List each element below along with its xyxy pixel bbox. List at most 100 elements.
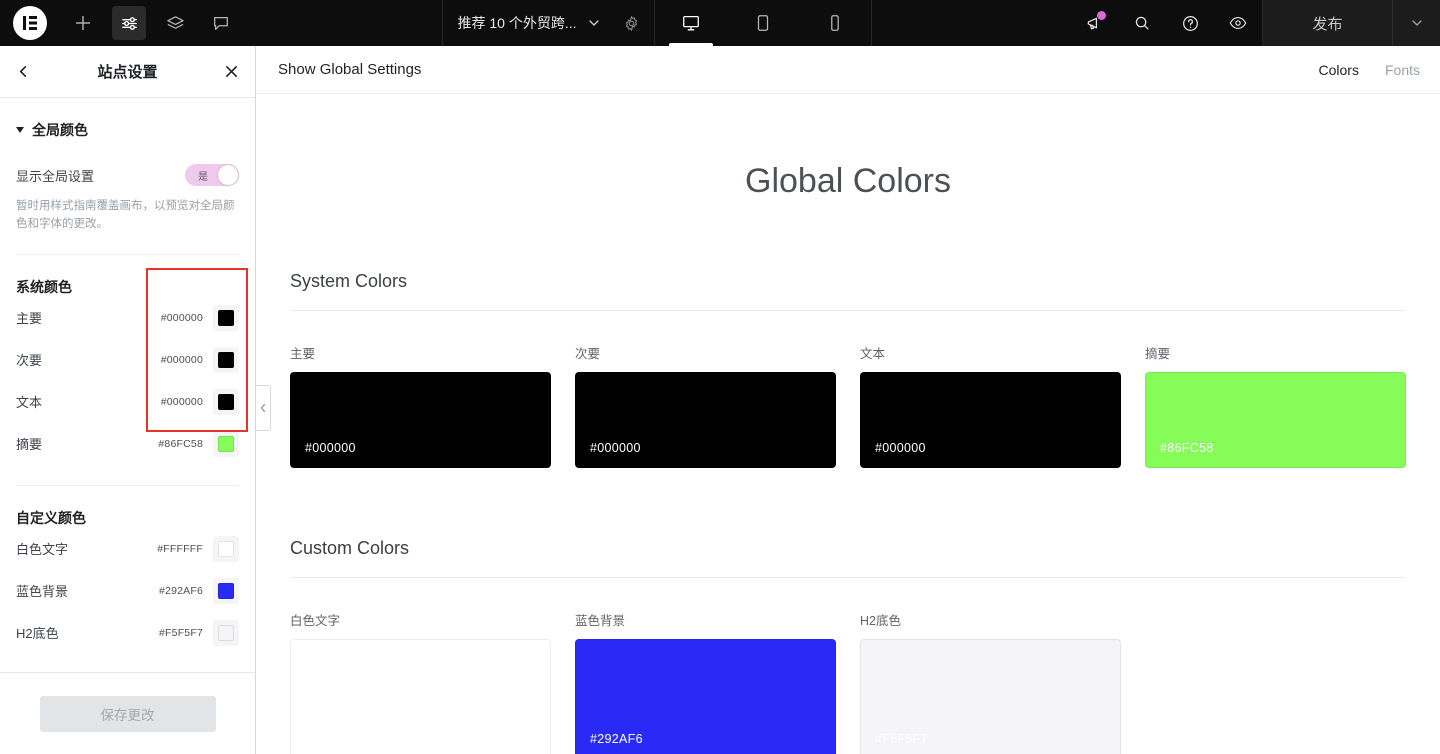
system-colors-heading: System Colors [290, 271, 1406, 311]
add-element-icon[interactable] [66, 6, 100, 40]
device-tablet-button[interactable] [727, 0, 799, 46]
panel-scroll-area[interactable]: 全局颜色 显示全局设置 是 暂时用样式指南覆盖画布，以预览对全局颜色和字体的更改… [0, 98, 255, 672]
toolbar-left-icons [60, 0, 244, 46]
system-colors-list: 主要 #000000 次要 #000000 文本 #000000 摘要 #86F… [16, 297, 239, 465]
chevron-down-icon[interactable] [587, 16, 601, 30]
color-swatch [218, 435, 234, 452]
list-item[interactable]: 文本 #000000 [16, 381, 239, 423]
preview-header: Show Global Settings Colors Fonts [256, 46, 1440, 94]
elementor-logo-button[interactable] [0, 0, 60, 46]
color-picker-button[interactable] [213, 535, 239, 562]
swatch-hex: #000000 [875, 441, 926, 455]
divider [16, 484, 239, 486]
custom-colors-header: 自定义颜色 [16, 509, 86, 526]
tab-colors[interactable]: Colors [1319, 62, 1359, 78]
help-icon[interactable] [1166, 0, 1214, 46]
color-hex[interactable]: #000000 [151, 396, 213, 408]
swatch-label: 次要 [575, 347, 601, 361]
show-global-settings-row: 显示全局设置 是 [16, 164, 239, 186]
swatch-card: 摘要 #86FC58 [1145, 343, 1406, 468]
panel-header: 站点设置 [0, 46, 255, 98]
color-swatch: #FFFFFF [290, 639, 551, 754]
swatch-label: 文本 [860, 347, 886, 361]
gear-icon[interactable] [623, 15, 640, 32]
page-title: Global Colors [745, 162, 951, 200]
site-settings-icon[interactable] [112, 6, 146, 40]
navigator-icon[interactable] [158, 6, 192, 40]
tab-fonts[interactable]: Fonts [1385, 62, 1420, 78]
swatch-card: 次要 #000000 [575, 343, 836, 468]
color-picker-button[interactable] [213, 388, 239, 415]
list-item[interactable]: 摘要 #86FC58 [16, 423, 239, 465]
toggle-value-label: 是 [198, 171, 208, 183]
color-picker-button[interactable] [213, 577, 239, 604]
swatch-card: 主要 #000000 [290, 343, 551, 468]
close-icon[interactable] [215, 64, 239, 79]
search-icon[interactable] [1118, 0, 1166, 46]
publish-options-chevron-down-icon[interactable] [1392, 0, 1440, 46]
color-hex[interactable]: #86FC58 [151, 438, 213, 450]
chevron-left-icon[interactable] [16, 64, 40, 79]
color-hex[interactable]: #FFFFFF [151, 543, 213, 555]
color-hex[interactable]: #292AF6 [151, 585, 213, 597]
page-title-group: 推荐 10 个外贸跨... [442, 0, 655, 46]
chevron-down-icon [16, 127, 24, 133]
toggle-knob [218, 165, 238, 185]
color-name: 蓝色背景 [16, 584, 69, 600]
color-hex[interactable]: #000000 [151, 354, 213, 366]
color-swatch [218, 540, 234, 557]
color-picker-button[interactable] [213, 619, 239, 646]
swatch-card: 文本 #000000 [860, 343, 1121, 468]
color-swatch [218, 351, 234, 368]
publish-button[interactable]: 发布 [1262, 0, 1392, 46]
device-desktop-button[interactable] [655, 0, 727, 46]
divider [16, 253, 239, 255]
preview-changes-icon[interactable] [1214, 0, 1262, 46]
color-picker-button[interactable] [213, 304, 239, 331]
preview-header-title: Show Global Settings [278, 61, 422, 78]
list-item[interactable]: 次要 #000000 [16, 339, 239, 381]
color-hex[interactable]: #000000 [151, 312, 213, 324]
swatch-card: 白色文字 #FFFFFF [290, 610, 551, 754]
custom-colors-swatch-grid: 白色文字 #FFFFFF 蓝色背景 #292AF6 H2底色 #F5F5F7 [290, 610, 1406, 754]
site-settings-panel: 站点设置 全局颜色 显示全局设置 是 暂时用样式指南覆盖画布，以预览对全局颜色和… [0, 46, 256, 754]
swatch-hex: #292AF6 [590, 732, 643, 746]
color-swatch [218, 393, 234, 410]
swatch-label: 主要 [290, 347, 316, 361]
list-item[interactable]: H2底色 #F5F5F7 [16, 612, 239, 654]
color-name: 文本 [16, 395, 43, 411]
color-picker-button[interactable] [213, 430, 239, 457]
color-picker-button[interactable] [213, 346, 239, 373]
swatch-label: 摘要 [1145, 347, 1171, 361]
color-swatch [218, 582, 234, 599]
color-swatch: #000000 [290, 372, 551, 468]
show-global-settings-toggle[interactable]: 是 [185, 164, 239, 186]
global-colors-section-header[interactable]: 全局颜色 [16, 120, 239, 140]
list-item[interactable]: 蓝色背景 #292AF6 [16, 570, 239, 612]
swatch-card: H2底色 #F5F5F7 [860, 610, 1121, 754]
color-name: 次要 [16, 353, 43, 369]
swatch-hex: #F5F5F7 [875, 732, 928, 746]
list-item[interactable]: 白色文字 #FFFFFF [16, 528, 239, 570]
custom-colors-heading: Custom Colors [290, 538, 1406, 578]
elementor-logo-icon [13, 6, 47, 40]
page-title[interactable]: 推荐 10 个外贸跨... [457, 13, 576, 33]
save-changes-button[interactable]: 保存更改 [39, 695, 216, 732]
color-swatch: #292AF6 [575, 639, 836, 754]
comments-icon[interactable] [204, 6, 238, 40]
system-colors-swatch-grid: 主要 #000000 次要 #000000 文本 #000000 摘要 #86F… [290, 343, 1406, 468]
swatch-hex: #000000 [305, 441, 356, 455]
swatch-hex: #FFFFFF [305, 732, 360, 746]
device-mobile-button[interactable] [799, 0, 871, 46]
whats-new-icon[interactable] [1070, 0, 1118, 46]
global-colors-label: 全局颜色 [32, 122, 88, 138]
color-name: 主要 [16, 311, 43, 327]
notification-badge [1097, 11, 1106, 20]
panel-collapse-handle[interactable] [256, 385, 271, 431]
panel-title: 站点设置 [97, 64, 158, 81]
color-hex[interactable]: #F5F5F7 [151, 627, 213, 639]
list-item[interactable]: 主要 #000000 [16, 297, 239, 339]
color-swatch: #000000 [860, 372, 1121, 468]
panel-footer: 保存更改 [0, 672, 255, 754]
swatch-label: H2底色 [860, 614, 901, 628]
